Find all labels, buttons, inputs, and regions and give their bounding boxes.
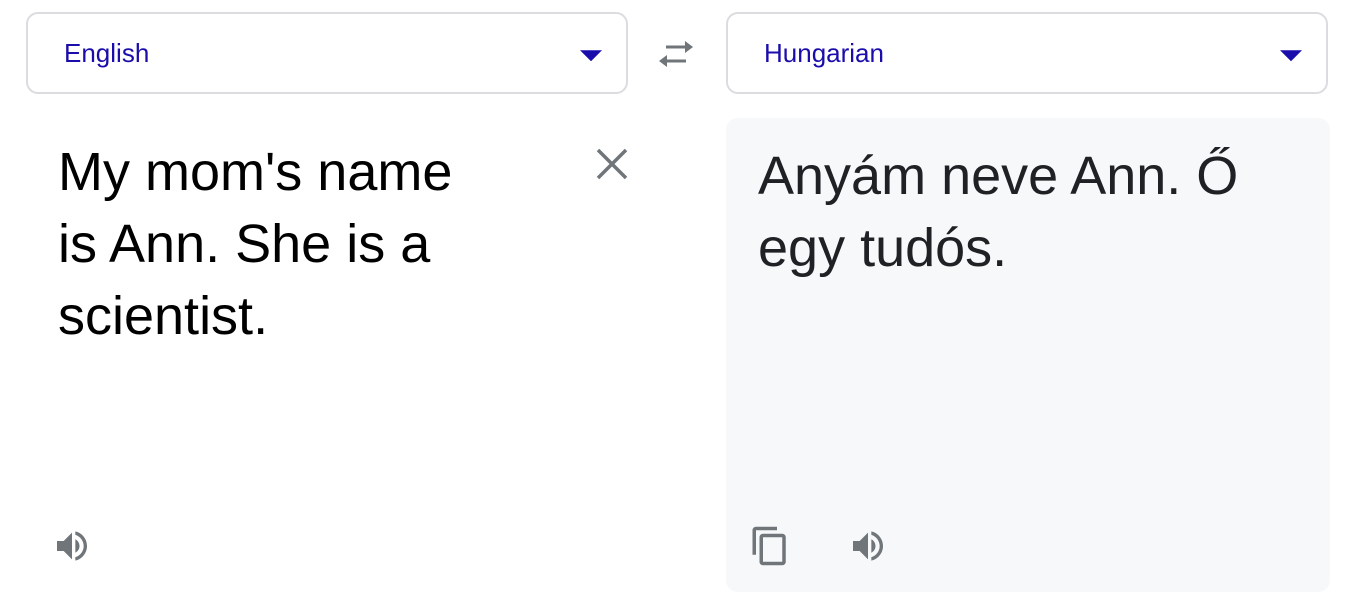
translation-panel: Anyám neve Ann. Ő egy tudós. bbox=[726, 118, 1330, 592]
source-text-input[interactable]: My mom's name is Ann. She is a scientist… bbox=[58, 136, 498, 352]
swap-languages-button[interactable] bbox=[650, 30, 702, 78]
source-language-label: English bbox=[64, 37, 150, 68]
close-icon bbox=[596, 148, 628, 180]
clear-text-button[interactable] bbox=[594, 146, 630, 182]
translate-widget: English Hungarian My mom's name is Ann. … bbox=[0, 0, 1352, 614]
copy-translation-button[interactable] bbox=[748, 524, 792, 568]
volume-icon bbox=[853, 531, 883, 561]
swap-arrows-icon bbox=[659, 41, 693, 67]
copy-icon bbox=[752, 526, 786, 566]
volume-icon bbox=[57, 531, 87, 561]
source-language-select[interactable]: English bbox=[26, 12, 628, 94]
listen-source-button[interactable] bbox=[50, 524, 94, 568]
source-text-panel: My mom's name is Ann. She is a scientist… bbox=[26, 118, 628, 592]
listen-translation-button[interactable] bbox=[846, 524, 890, 568]
target-language-label: Hungarian bbox=[764, 37, 884, 68]
target-language-select[interactable]: Hungarian bbox=[726, 12, 1328, 94]
chevron-down-icon bbox=[580, 50, 602, 62]
translation-text: Anyám neve Ann. Ő egy tudós. bbox=[758, 146, 1239, 278]
chevron-down-icon bbox=[1280, 50, 1302, 62]
